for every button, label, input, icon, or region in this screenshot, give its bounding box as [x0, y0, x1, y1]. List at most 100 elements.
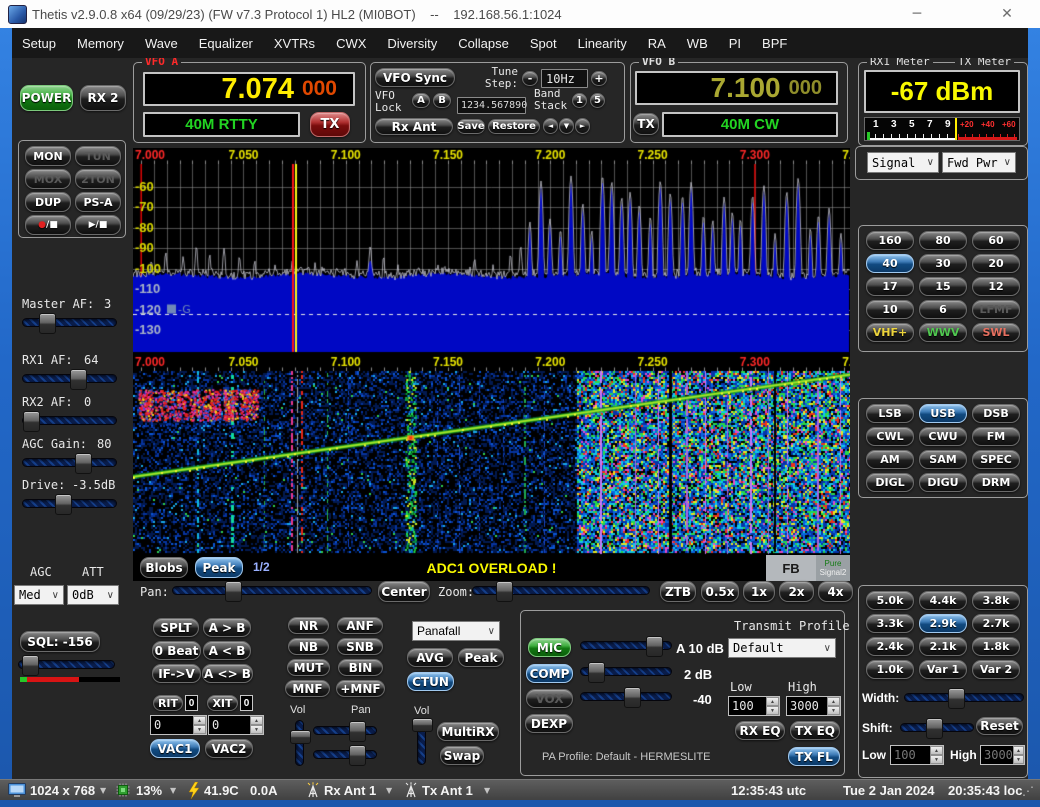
dup-button[interactable]: DUP	[25, 192, 71, 212]
mut-button[interactable]: MUT	[287, 659, 330, 676]
filter-38k-button[interactable]: 3.8k	[972, 591, 1020, 610]
filter-shift-slider[interactable]	[900, 723, 974, 732]
add-mnf-button[interactable]: +MNF	[336, 680, 385, 697]
band-10-button[interactable]: 10	[866, 300, 914, 319]
bin-button[interactable]: BIN	[338, 659, 383, 676]
xit-spinner[interactable]: 0 ▲▼	[208, 715, 264, 735]
mode-lsb-button[interactable]: LSB	[866, 404, 914, 423]
agc-select[interactable]: Med∨	[14, 585, 64, 605]
band-17-button[interactable]: 17	[866, 277, 914, 296]
filter-width-thumb[interactable]	[948, 688, 965, 709]
spin-down-icon[interactable]: ▼	[250, 725, 263, 734]
filter-33k-button[interactable]: 3.3k	[866, 614, 914, 633]
blobs-button[interactable]: Blobs	[140, 557, 188, 578]
drive-thumb[interactable]	[55, 494, 72, 515]
waterfall-display[interactable]	[133, 355, 850, 555]
menu-item-collapse[interactable]: Collapse	[458, 36, 509, 51]
filter-low-spinner[interactable]: 100 ▲▼	[890, 745, 944, 765]
play-button[interactable]: ▶/■	[75, 215, 121, 235]
rx-meter-select[interactable]: Signal∨	[867, 152, 939, 173]
mon-button[interactable]: MON	[25, 146, 71, 166]
mode-cwu-button[interactable]: CWU	[919, 427, 967, 446]
band-40-button[interactable]: 40	[866, 254, 914, 273]
comp-thumb[interactable]	[588, 662, 605, 683]
vox-button[interactable]: VOX	[526, 689, 573, 708]
fb-button[interactable]: FB	[766, 555, 816, 581]
xit-button[interactable]: XIT	[207, 695, 238, 711]
filter-29k-button[interactable]: 2.9k	[919, 614, 967, 633]
rx1-af-thumb[interactable]	[70, 369, 87, 390]
split-button[interactable]: SPLT	[153, 618, 199, 637]
att-select[interactable]: 0dB∨	[67, 585, 119, 605]
rx-pan-thumb-1[interactable]	[349, 721, 366, 742]
vfo-lock-b-button[interactable]: B	[433, 93, 451, 108]
rit-spinner[interactable]: 0 ▲▼	[150, 715, 207, 735]
zoom-thumb[interactable]	[496, 581, 513, 602]
squelch-button[interactable]: SQL: -156	[20, 631, 100, 652]
vox-thumb[interactable]	[624, 687, 641, 708]
filter-27k-button[interactable]: 2.7k	[972, 614, 1020, 633]
spin-up-icon[interactable]: ▲	[193, 716, 206, 725]
mode-drm-button[interactable]: DRM	[972, 473, 1020, 492]
comp-slider[interactable]	[580, 667, 672, 676]
zoom-2x-button[interactable]: 2x	[779, 581, 814, 602]
rx2-af-thumb[interactable]	[23, 411, 40, 432]
filter-21k-button[interactable]: 2.1k	[919, 637, 967, 656]
menu-item-equalizer[interactable]: Equalizer	[199, 36, 253, 51]
tun-button[interactable]: TUN	[75, 146, 121, 166]
band-next-button[interactable]: ►	[575, 118, 590, 134]
band-15-button[interactable]: 15	[919, 277, 967, 296]
menu-item-linearity[interactable]: Linearity	[578, 36, 627, 51]
a-to-b-button[interactable]: A > B	[203, 618, 251, 637]
multirx-button[interactable]: MultiRX	[437, 722, 499, 741]
mode-digl-button[interactable]: DIGL	[866, 473, 914, 492]
band-30-button[interactable]: 30	[919, 254, 967, 273]
rx2-af-slider[interactable]	[22, 416, 117, 425]
spin-up-icon[interactable]: ▲	[930, 746, 943, 755]
rx2-button[interactable]: RX 2	[80, 85, 126, 111]
drive-slider[interactable]	[22, 499, 117, 508]
filter-low-spin-buttons[interactable]: ▲▼	[930, 746, 943, 764]
menu-item-cwx[interactable]: CWX	[336, 36, 366, 51]
vfo-a-tx-button[interactable]: TX	[310, 112, 350, 137]
filter-var2-button[interactable]: Var 2	[972, 660, 1020, 679]
display-mode-select[interactable]: Panafall∨	[412, 621, 500, 641]
vfo-sync-button[interactable]: VFO Sync	[375, 68, 455, 87]
menu-item-spot[interactable]: Spot	[530, 36, 557, 51]
tx-meter-select[interactable]: Fwd Pwr∨	[942, 152, 1016, 173]
xit-spin-buttons[interactable]: ▲▼	[250, 716, 263, 734]
mic-gain-thumb[interactable]	[646, 636, 663, 657]
band-vhf-button[interactable]: VHF+	[866, 323, 914, 342]
band-down-button[interactable]: ▼	[559, 118, 574, 134]
tx-filter-button[interactable]: TX FL	[788, 747, 840, 766]
band-lfmf-button[interactable]: LFMF	[972, 300, 1020, 319]
master-af-slider[interactable]	[22, 318, 117, 327]
mode-spec-button[interactable]: SPEC	[972, 450, 1020, 469]
band-stack-5-button[interactable]: 5	[590, 93, 605, 108]
vfo-b-frequency-display[interactable]: 7.100 000	[635, 71, 838, 105]
mnf-button[interactable]: MNF	[285, 680, 330, 697]
power-button[interactable]: POWER	[20, 85, 73, 111]
zoom-1x-button[interactable]: 1x	[743, 581, 775, 602]
if-to-v-button[interactable]: IF->V	[152, 664, 201, 683]
master-af-thumb[interactable]	[39, 313, 56, 334]
spin-up-icon[interactable]: ▲	[1013, 746, 1024, 755]
swap-button[interactable]: Swap	[440, 746, 484, 765]
save-button[interactable]: Save	[457, 119, 485, 134]
menu-item-bpf[interactable]: BPF	[762, 36, 787, 51]
mode-am-button[interactable]: AM	[866, 450, 914, 469]
band-6-button[interactable]: 6	[919, 300, 967, 319]
filter-width-slider[interactable]	[904, 693, 1024, 702]
menu-item-pi[interactable]: PI	[729, 36, 741, 51]
zero-beat-button[interactable]: 0 Beat	[152, 641, 201, 660]
resolution-status[interactable]: 1024 x 768	[30, 783, 95, 798]
restore-button[interactable]: Restore	[488, 119, 540, 134]
transmit-profile-select[interactable]: Default∨	[728, 638, 836, 658]
vfo-a-frequency-display[interactable]: 7.074 000	[143, 72, 355, 106]
rx-vol-slider[interactable]	[295, 720, 304, 766]
spin-up-icon[interactable]: ▲	[766, 697, 779, 706]
spin-down-icon[interactable]: ▼	[193, 725, 206, 734]
rx-ant-button[interactable]: Rx Ant	[375, 118, 453, 135]
vac2-button[interactable]: VAC2	[205, 739, 253, 758]
band-160-button[interactable]: 160	[866, 231, 914, 250]
